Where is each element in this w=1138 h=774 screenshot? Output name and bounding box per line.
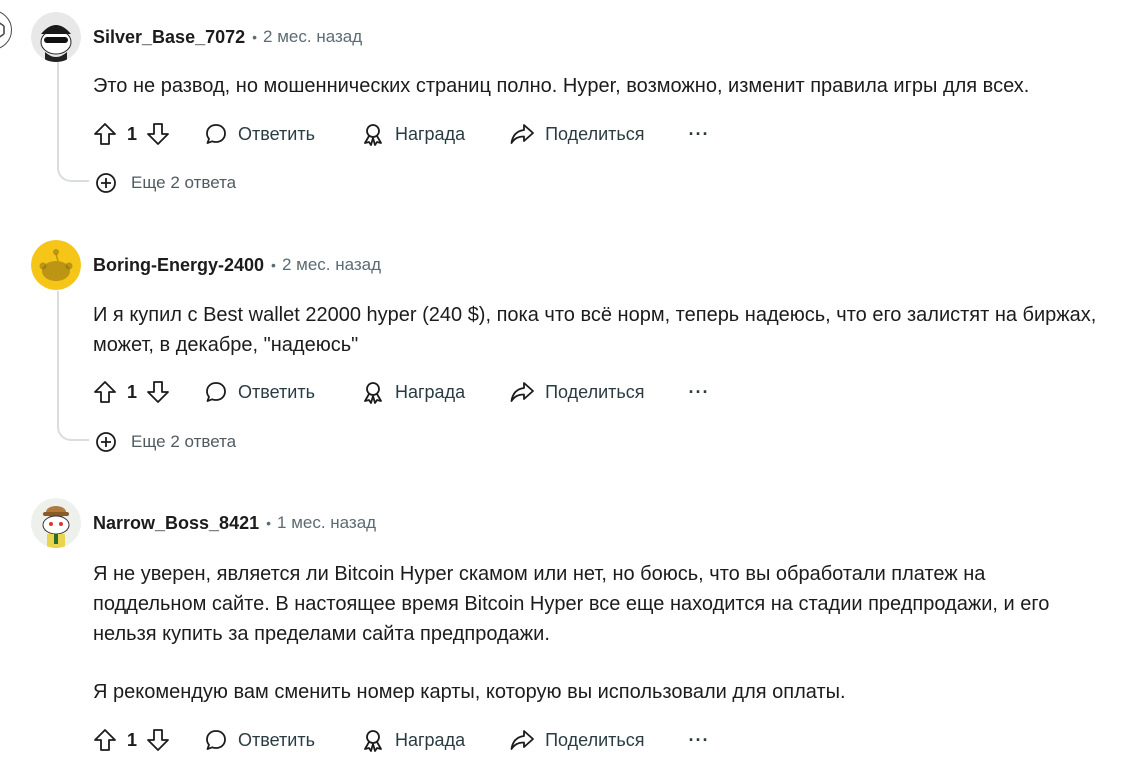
share-button[interactable]: Поделиться [509, 122, 645, 146]
reply-label: Ответить [238, 729, 315, 750]
avatar[interactable] [31, 498, 81, 548]
share-label: Поделиться [545, 729, 645, 750]
award-label: Награда [394, 381, 466, 402]
thread-line-curve [57, 425, 89, 441]
award-button[interactable]: Награда [361, 728, 465, 752]
comment-header: Narrow_Boss_8421 • 1 мес. назад [31, 498, 376, 548]
downvote-icon [147, 381, 169, 403]
vote-count: 1 [127, 729, 138, 750]
collapse-icon [0, 22, 5, 38]
downvote-icon [147, 123, 169, 145]
more-options-button[interactable]: ··· [689, 730, 710, 751]
award-button[interactable]: Награда [361, 380, 465, 404]
thread-line [57, 62, 59, 166]
more-replies-label: Еще 2 ответа [131, 173, 237, 192]
reply-button[interactable]: Ответить [204, 122, 315, 146]
upvote-icon [94, 123, 116, 145]
reply-button[interactable]: Ответить [204, 728, 315, 752]
timestamp[interactable]: 2 мес. назад [282, 255, 381, 275]
award-button[interactable]: Награда [361, 122, 465, 146]
comment-header: Boring-Energy-2400 • 2 мес. назад [31, 240, 381, 290]
share-icon [510, 730, 534, 750]
upvote-button[interactable] [93, 380, 117, 404]
share-button[interactable]: Поделиться [509, 380, 645, 404]
reply-label: Ответить [238, 381, 315, 402]
separator-dot: • [271, 257, 276, 273]
vote-count: 1 [127, 123, 138, 144]
upvote-button[interactable] [93, 122, 117, 146]
comment-bubble-icon [206, 730, 226, 750]
award-label: Награда [394, 729, 466, 750]
avatar[interactable] [31, 240, 81, 290]
comment-paragraph: Я рекомендую вам сменить номер карты, ко… [93, 681, 846, 703]
award-icon [364, 124, 382, 146]
share-icon [510, 124, 534, 144]
comment-paragraph: Я не уверен, является ли Bitcoin Hyper с… [93, 563, 1050, 645]
thread-line-curve [57, 166, 89, 182]
username[interactable]: Boring-Energy-2400 [93, 255, 264, 276]
avatar[interactable] [31, 12, 81, 62]
comment-actions: 1 Ответить Награда Поделиться ··· [93, 377, 709, 407]
share-button[interactable]: Поделиться [509, 728, 645, 752]
share-label: Поделиться [545, 381, 645, 402]
comment-body: Я не уверен, является ли Bitcoin Hyper с… [93, 559, 1103, 707]
comment-body: И я купил с Best wallet 22000 hyper (240… [93, 300, 1113, 360]
share-icon [510, 382, 534, 402]
comment-paragraph: И я купил с Best wallet 22000 hyper (240… [93, 304, 1097, 356]
more-replies-button[interactable]: Еще 2 ответа [95, 431, 236, 453]
thread-line [57, 291, 59, 425]
award-icon [364, 382, 382, 404]
more-options-label: ··· [688, 381, 710, 402]
separator-dot: • [266, 515, 272, 531]
comment-actions: 1 Ответить Награда Поделиться ··· [93, 119, 709, 149]
comment-body: Это не развод, но мошеннических страниц … [93, 71, 1133, 101]
upvote-icon [94, 381, 116, 403]
upvote-button[interactable] [93, 728, 117, 752]
reply-button[interactable]: Ответить [204, 380, 315, 404]
award-icon [364, 730, 382, 752]
upvote-icon [94, 729, 116, 751]
reply-label: Ответить [238, 123, 315, 144]
username[interactable]: Silver_Base_7072 [93, 27, 245, 48]
comment-bubble-icon [206, 382, 226, 402]
more-replies-label: Еще 2 ответа [131, 432, 237, 451]
collapse-thread-button[interactable] [0, 10, 12, 50]
more-replies-button[interactable]: Еще 2 ответа [95, 172, 236, 194]
more-options-button[interactable]: ··· [689, 124, 710, 145]
award-label: Награда [394, 123, 466, 144]
timestamp[interactable]: 2 мес. назад [263, 27, 362, 47]
plus-circle-icon [96, 173, 116, 193]
downvote-button[interactable] [146, 380, 170, 404]
downvote-button[interactable] [146, 728, 170, 752]
comment-bubble-icon [206, 124, 226, 144]
plus-circle-icon [96, 432, 116, 452]
comment-paragraph: Это не развод, но мошеннических страниц … [93, 75, 1030, 97]
vote-count: 1 [127, 381, 138, 402]
downvote-button[interactable] [146, 122, 170, 146]
comment-actions: 1 Ответить Награда Поделиться ··· [93, 725, 709, 755]
comment-header: Silver_Base_7072 • 2 мес. назад [31, 12, 362, 62]
username[interactable]: Narrow_Boss_8421 [93, 513, 259, 534]
separator-dot: • [252, 29, 258, 45]
more-options-label: ··· [688, 729, 710, 750]
downvote-icon [147, 729, 169, 751]
share-label: Поделиться [545, 123, 645, 144]
more-options-label: ··· [688, 123, 710, 144]
timestamp[interactable]: 1 мес. назад [277, 513, 376, 533]
more-options-button[interactable]: ··· [689, 382, 710, 403]
